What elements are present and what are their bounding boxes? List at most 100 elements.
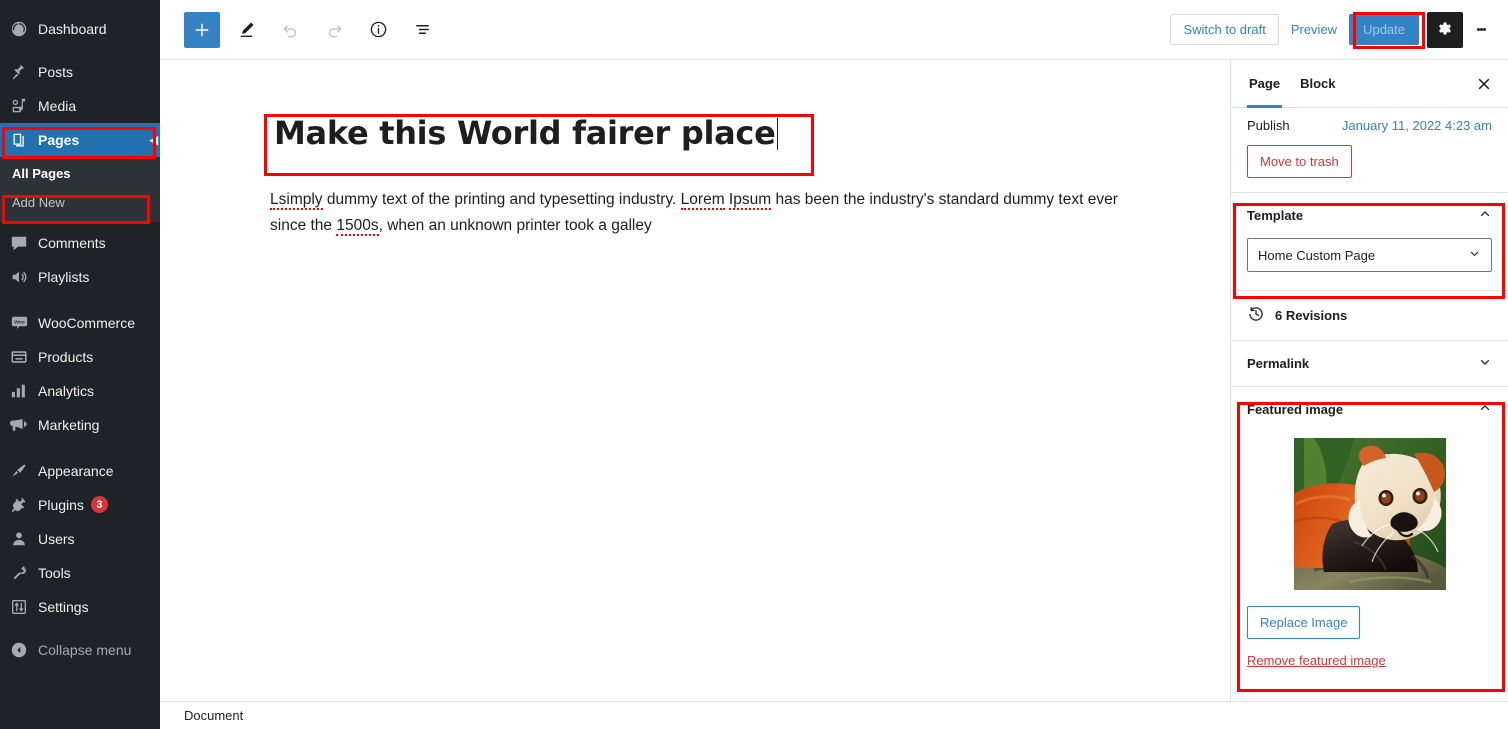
permalink-panel-header[interactable]: Permalink bbox=[1231, 341, 1508, 386]
revisions-clock-icon bbox=[1247, 305, 1265, 326]
sidebar-item-marketing[interactable]: Marketing bbox=[0, 408, 160, 442]
settings-icon bbox=[9, 597, 29, 617]
sidebar-item-label: Users bbox=[38, 530, 75, 547]
sidebar-item-plugins[interactable]: Plugins 3 bbox=[0, 488, 160, 522]
gear-icon[interactable] bbox=[1427, 11, 1463, 48]
sidebar-item-label: Products bbox=[38, 348, 94, 365]
pin-icon bbox=[9, 62, 29, 82]
move-to-trash-button[interactable]: Move to trash bbox=[1247, 145, 1352, 178]
submenu-arrow-icon: ◀ bbox=[149, 134, 158, 147]
admin-sidebar: Dashboard Posts Media Pages ◀ All Pages … bbox=[0, 0, 160, 729]
chevron-down-icon bbox=[1468, 247, 1481, 263]
sidebar-item-label: WooCommerce bbox=[38, 314, 135, 331]
sidebar-item-pages[interactable]: Pages ◀ bbox=[0, 123, 160, 157]
list-view-button[interactable] bbox=[404, 12, 440, 48]
tab-block[interactable]: Block bbox=[1290, 60, 1345, 107]
media-icon bbox=[9, 96, 29, 116]
sidebar-item-media[interactable]: Media bbox=[0, 89, 160, 123]
preview-button[interactable]: Preview bbox=[1279, 14, 1349, 45]
featured-image-panel-title: Featured image bbox=[1247, 402, 1344, 417]
sidebar-item-playlists[interactable]: Playlists bbox=[0, 260, 160, 294]
sidebar-item-label: Pages bbox=[38, 132, 80, 148]
permalink-panel-title: Permalink bbox=[1247, 356, 1310, 371]
post-title-block[interactable]: Make this World fairer place bbox=[264, 105, 816, 161]
move-to-trash-wrap: Move to trash bbox=[1231, 145, 1508, 192]
tools-pencil-button[interactable] bbox=[228, 12, 264, 48]
sidebar-item-comments[interactable]: Comments bbox=[0, 226, 160, 260]
chevron-down-icon bbox=[1478, 355, 1492, 372]
sidebar-item-label: Analytics bbox=[38, 382, 95, 399]
publish-date-value[interactable]: January 11, 2022 4:23 am bbox=[1342, 118, 1492, 133]
sidebar-item-woocommerce[interactable]: Woo WooCommerce bbox=[0, 306, 160, 340]
paragraph-text: dummy text of the printing and typesetti… bbox=[322, 191, 681, 209]
revisions-button[interactable]: 6 Revisions bbox=[1231, 291, 1508, 340]
submenu-item-all-pages[interactable]: All Pages bbox=[0, 160, 160, 189]
switch-to-draft-button[interactable]: Switch to draft bbox=[1170, 14, 1279, 45]
sidebar-item-label: Plugins bbox=[38, 496, 84, 513]
featured-image-panel: Featured image Replace Image Remove feat… bbox=[1231, 386, 1508, 686]
misspelled-word: 1500s bbox=[336, 216, 379, 236]
sidebar-item-label: Media bbox=[38, 98, 77, 114]
permalink-panel: Permalink bbox=[1231, 340, 1508, 386]
sidebar-item-label: Settings bbox=[38, 598, 89, 615]
products-icon bbox=[9, 347, 29, 367]
sidebar-item-label: Posts bbox=[38, 64, 74, 80]
pages-icon bbox=[9, 130, 29, 150]
chevron-up-icon bbox=[1478, 207, 1492, 224]
submenu-item-add-new[interactable]: Add New bbox=[0, 189, 160, 218]
editor-toolbar: Switch to draft Preview Update bbox=[160, 0, 1508, 60]
replace-image-button[interactable]: Replace Image bbox=[1247, 606, 1361, 639]
template-panel: Template Home Custom Page bbox=[1231, 192, 1508, 290]
editor-main: Switch to draft Preview Update Make this… bbox=[160, 0, 1508, 729]
template-select-value: Home Custom Page bbox=[1258, 247, 1376, 263]
redo-button[interactable] bbox=[316, 12, 352, 48]
chevron-up-icon bbox=[1478, 401, 1492, 418]
add-block-button[interactable] bbox=[184, 11, 220, 48]
sidebar-item-label: Playlists bbox=[38, 268, 90, 285]
featured-image-thumbnail[interactable] bbox=[1293, 438, 1446, 590]
editor-status-bar: Document bbox=[160, 701, 1508, 729]
undo-button[interactable] bbox=[272, 12, 308, 48]
tools-icon bbox=[9, 563, 29, 583]
wordpress-admin-screen: Dashboard Posts Media Pages ◀ All Pages … bbox=[0, 0, 1508, 729]
users-icon bbox=[9, 529, 29, 549]
editor-toolbar-right: Switch to draft Preview Update bbox=[1170, 11, 1499, 48]
featured-image-panel-body: Replace Image Remove featured image bbox=[1231, 432, 1508, 686]
sidebar-item-appearance[interactable]: Appearance bbox=[0, 454, 160, 488]
sidebar-item-posts[interactable]: Posts bbox=[0, 55, 160, 89]
sidebar-item-settings[interactable]: Settings bbox=[0, 590, 160, 624]
pages-submenu: All Pages Add New bbox=[0, 157, 160, 222]
marketing-icon bbox=[9, 415, 29, 435]
sidebar-item-tools[interactable]: Tools bbox=[0, 556, 160, 590]
sidebar-item-dashboard[interactable]: Dashboard bbox=[0, 12, 160, 46]
template-select[interactable]: Home Custom Page bbox=[1247, 238, 1492, 272]
sidebar-item-products[interactable]: Products bbox=[0, 340, 160, 374]
sidebar-item-label: Tools bbox=[38, 564, 71, 581]
sidebar-item-analytics[interactable]: Analytics bbox=[0, 374, 160, 408]
misspelled-word: Lorem bbox=[680, 191, 725, 211]
tab-page[interactable]: Page bbox=[1239, 60, 1290, 108]
kebab-dot bbox=[1482, 28, 1486, 31]
svg-text:Woo: Woo bbox=[14, 320, 25, 326]
details-info-button[interactable] bbox=[360, 12, 396, 48]
settings-tabs: Page Block bbox=[1231, 60, 1508, 108]
template-panel-header[interactable]: Template bbox=[1231, 193, 1508, 238]
close-icon[interactable] bbox=[1468, 68, 1500, 100]
editor-toolbar-left bbox=[184, 11, 448, 48]
update-button[interactable]: Update bbox=[1349, 14, 1419, 45]
analytics-icon bbox=[9, 381, 29, 401]
remove-featured-image-link[interactable]: Remove featured image bbox=[1247, 653, 1492, 668]
post-paragraph-block[interactable]: Lsimply dummy text of the printing and t… bbox=[270, 187, 1150, 237]
more-options-button[interactable] bbox=[1463, 12, 1499, 48]
breadcrumb[interactable]: Document bbox=[184, 708, 243, 723]
sidebar-item-collapse-menu[interactable]: Collapse menu bbox=[0, 633, 160, 667]
post-title-input[interactable]: Make this World fairer place bbox=[264, 105, 816, 161]
editor-body: Make this World fairer place Lsimply dum… bbox=[160, 60, 1508, 701]
woocommerce-icon: Woo bbox=[9, 313, 29, 333]
editor-canvas[interactable]: Make this World fairer place Lsimply dum… bbox=[160, 60, 1230, 701]
sidebar-item-users[interactable]: Users bbox=[0, 522, 160, 556]
settings-content: Publish January 11, 2022 4:23 am Move to… bbox=[1231, 108, 1508, 701]
text-caret bbox=[776, 118, 778, 150]
post-title-text: Make this World fairer place bbox=[274, 114, 776, 152]
featured-image-panel-header[interactable]: Featured image bbox=[1231, 387, 1508, 432]
